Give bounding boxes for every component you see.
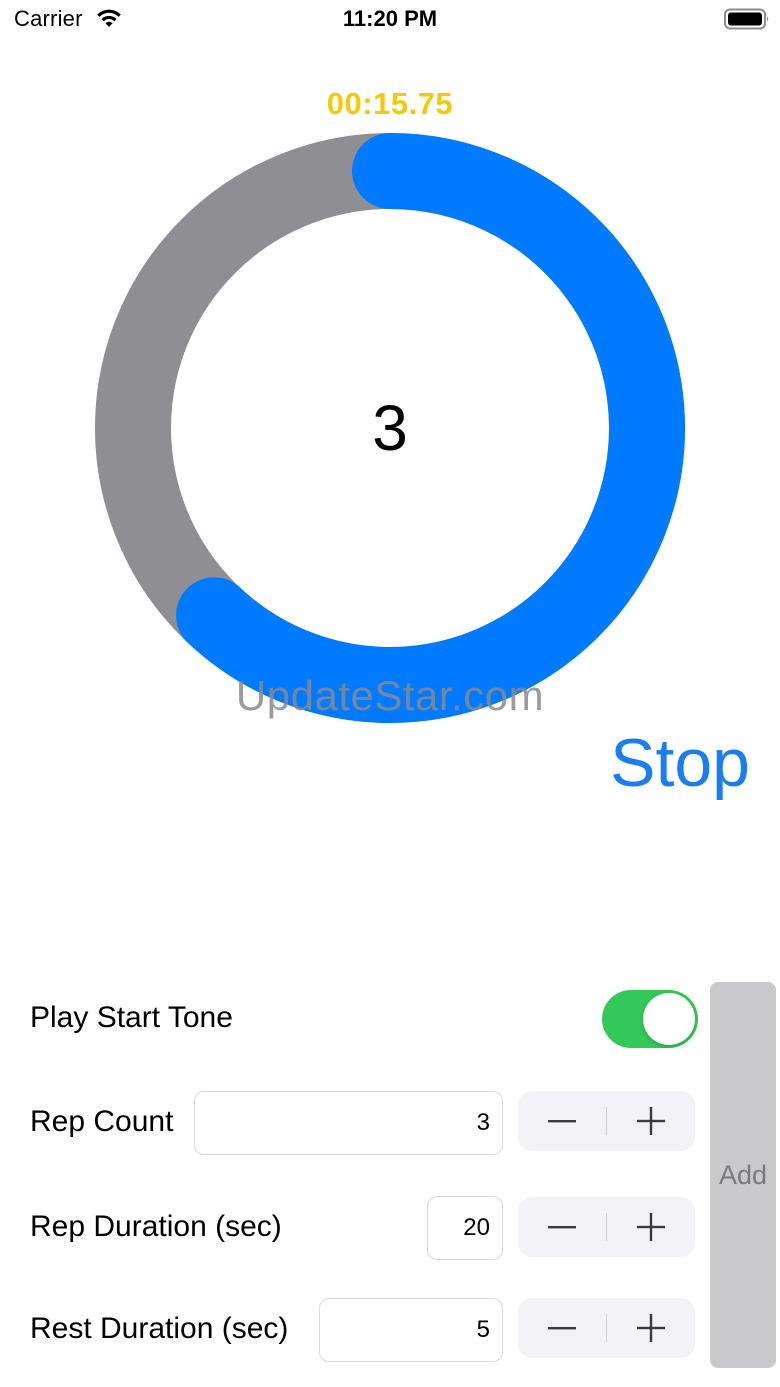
current-rep-counter: 3 — [372, 392, 408, 464]
rep-duration-increment-button[interactable] — [607, 1197, 695, 1257]
rep-duration-stepper — [518, 1197, 695, 1257]
rep-count-decrement-button[interactable] — [518, 1091, 606, 1151]
rep-duration-decrement-button[interactable] — [518, 1197, 606, 1257]
battery-icon — [724, 8, 769, 30]
toggle-knob — [643, 993, 695, 1045]
rest-duration-decrement-button[interactable] — [518, 1298, 606, 1358]
minus-icon — [548, 1327, 576, 1330]
rest-duration-stepper — [518, 1298, 695, 1358]
plus-icon — [637, 1314, 665, 1342]
rep-count-increment-button[interactable] — [607, 1091, 695, 1151]
rep-duration-field[interactable]: 20 — [427, 1196, 503, 1260]
rest-duration-increment-button[interactable] — [607, 1298, 695, 1358]
rep-duration-label: Rep Duration (sec) — [30, 1210, 282, 1243]
status-bar: Carrier 11:20 PM — [0, 0, 780, 44]
status-time: 11:20 PM — [342, 6, 438, 31]
watermark-text: UpdateStar.com — [235, 672, 545, 719]
minus-icon — [548, 1226, 576, 1229]
plus-icon — [637, 1107, 665, 1135]
play-start-tone-label: Play Start Tone — [30, 1001, 233, 1034]
minus-icon — [548, 1120, 576, 1123]
rep-count-field[interactable]: 3 — [194, 1091, 503, 1155]
rep-count-stepper — [518, 1091, 695, 1151]
add-button-label: Add — [718, 1159, 768, 1190]
elapsed-time: 00:15.75 — [326, 86, 454, 121]
stop-button[interactable]: Stop — [610, 724, 750, 802]
plus-icon — [637, 1213, 665, 1241]
rep-count-label: Rep Count — [30, 1105, 174, 1138]
rest-duration-field[interactable]: 5 — [319, 1298, 503, 1362]
rest-duration-label: Rest Duration (sec) — [30, 1312, 289, 1345]
add-button[interactable]: Add — [710, 982, 776, 1368]
play-start-tone-toggle[interactable] — [602, 990, 698, 1048]
